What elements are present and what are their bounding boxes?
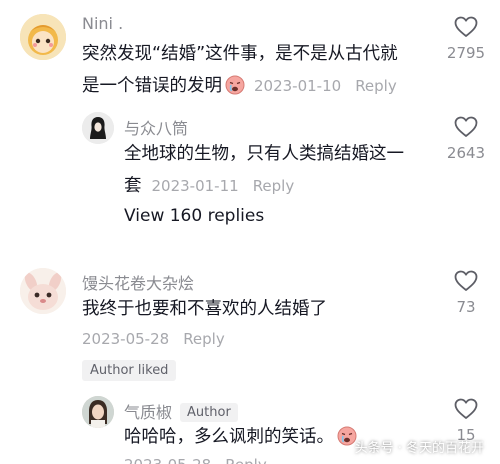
comment-text: 突然发现“结婚”这件事，是不是从古代就 是一个错误的发明 2023-01-10 Re…	[82, 38, 402, 106]
reply-button[interactable]: Reply	[253, 177, 295, 195]
reply-username-text[interactable]: 气质椒	[124, 403, 172, 422]
comment-date: 2023-01-10	[254, 77, 342, 95]
reply-text: 全地球的生物，只有人类搞结婚这一 套 2023-01-11 Reply	[124, 138, 414, 202]
reply-text-line: 全地球的生物，只有人类搞结婚这一	[124, 144, 404, 164]
comment-text: 我终于也要和不喜欢的人结婚了	[82, 299, 327, 319]
author-badge: Author	[180, 403, 238, 422]
avatar[interactable]	[82, 112, 114, 144]
like-count: 2795	[446, 44, 486, 62]
reply-date: 2023-01-11	[151, 177, 239, 195]
reply-date: 2023-05-28	[124, 456, 211, 464]
heart-icon[interactable]	[454, 270, 478, 292]
reply-text: 哈哈哈，多么讽刺的笑话。	[124, 421, 360, 457]
author-liked-badge: Author liked	[82, 360, 177, 381]
like-button[interactable]: 2795	[438, 16, 494, 62]
like-count: 73	[456, 298, 476, 316]
comment-meta: 2023-05-28 Reply	[82, 329, 225, 348]
comment-text-line: 突然发现“结婚”这件事，是不是从古代就	[82, 44, 398, 64]
heart-icon[interactable]	[454, 116, 478, 138]
reply-button[interactable]: Reply	[355, 77, 397, 95]
reply-meta: 2023-05-28 Reply	[124, 455, 267, 464]
comment-text-line: 是一个错误的发明 2023-01-10 Reply	[82, 70, 402, 106]
reply-button[interactable]: Reply	[183, 330, 225, 348]
like-count: 2643	[446, 144, 486, 162]
reply-text-line: 套 2023-01-11 Reply	[124, 170, 414, 202]
watermark: 头条号 · 冬天的百花开	[354, 441, 484, 456]
view-replies-button[interactable]: View 160 replies	[124, 206, 264, 226]
avatar[interactable]	[20, 14, 66, 60]
crying-face-emoji	[225, 74, 245, 106]
reply-username[interactable]: 与众八筒	[124, 115, 188, 139]
heart-icon[interactable]	[454, 16, 478, 38]
like-button[interactable]: 2643	[438, 116, 494, 162]
like-button[interactable]: 73	[438, 270, 494, 316]
comment-date: 2023-05-28	[82, 330, 170, 348]
heart-icon[interactable]	[454, 398, 478, 420]
avatar[interactable]	[20, 268, 66, 314]
comment-username[interactable]: Nini .	[82, 14, 123, 33]
comment-username[interactable]: 馒头花卷大杂烩	[82, 270, 194, 294]
avatar[interactable]	[82, 396, 114, 428]
reply-text-line: 哈哈哈，多么讽刺的笑话。	[124, 427, 334, 447]
reply-text-line: 套	[124, 176, 142, 196]
reply-button[interactable]: Reply	[225, 456, 267, 464]
reply-username[interactable]: 气质椒 Author	[124, 399, 238, 423]
comment-text-line: 是一个错误的发明	[82, 76, 222, 96]
